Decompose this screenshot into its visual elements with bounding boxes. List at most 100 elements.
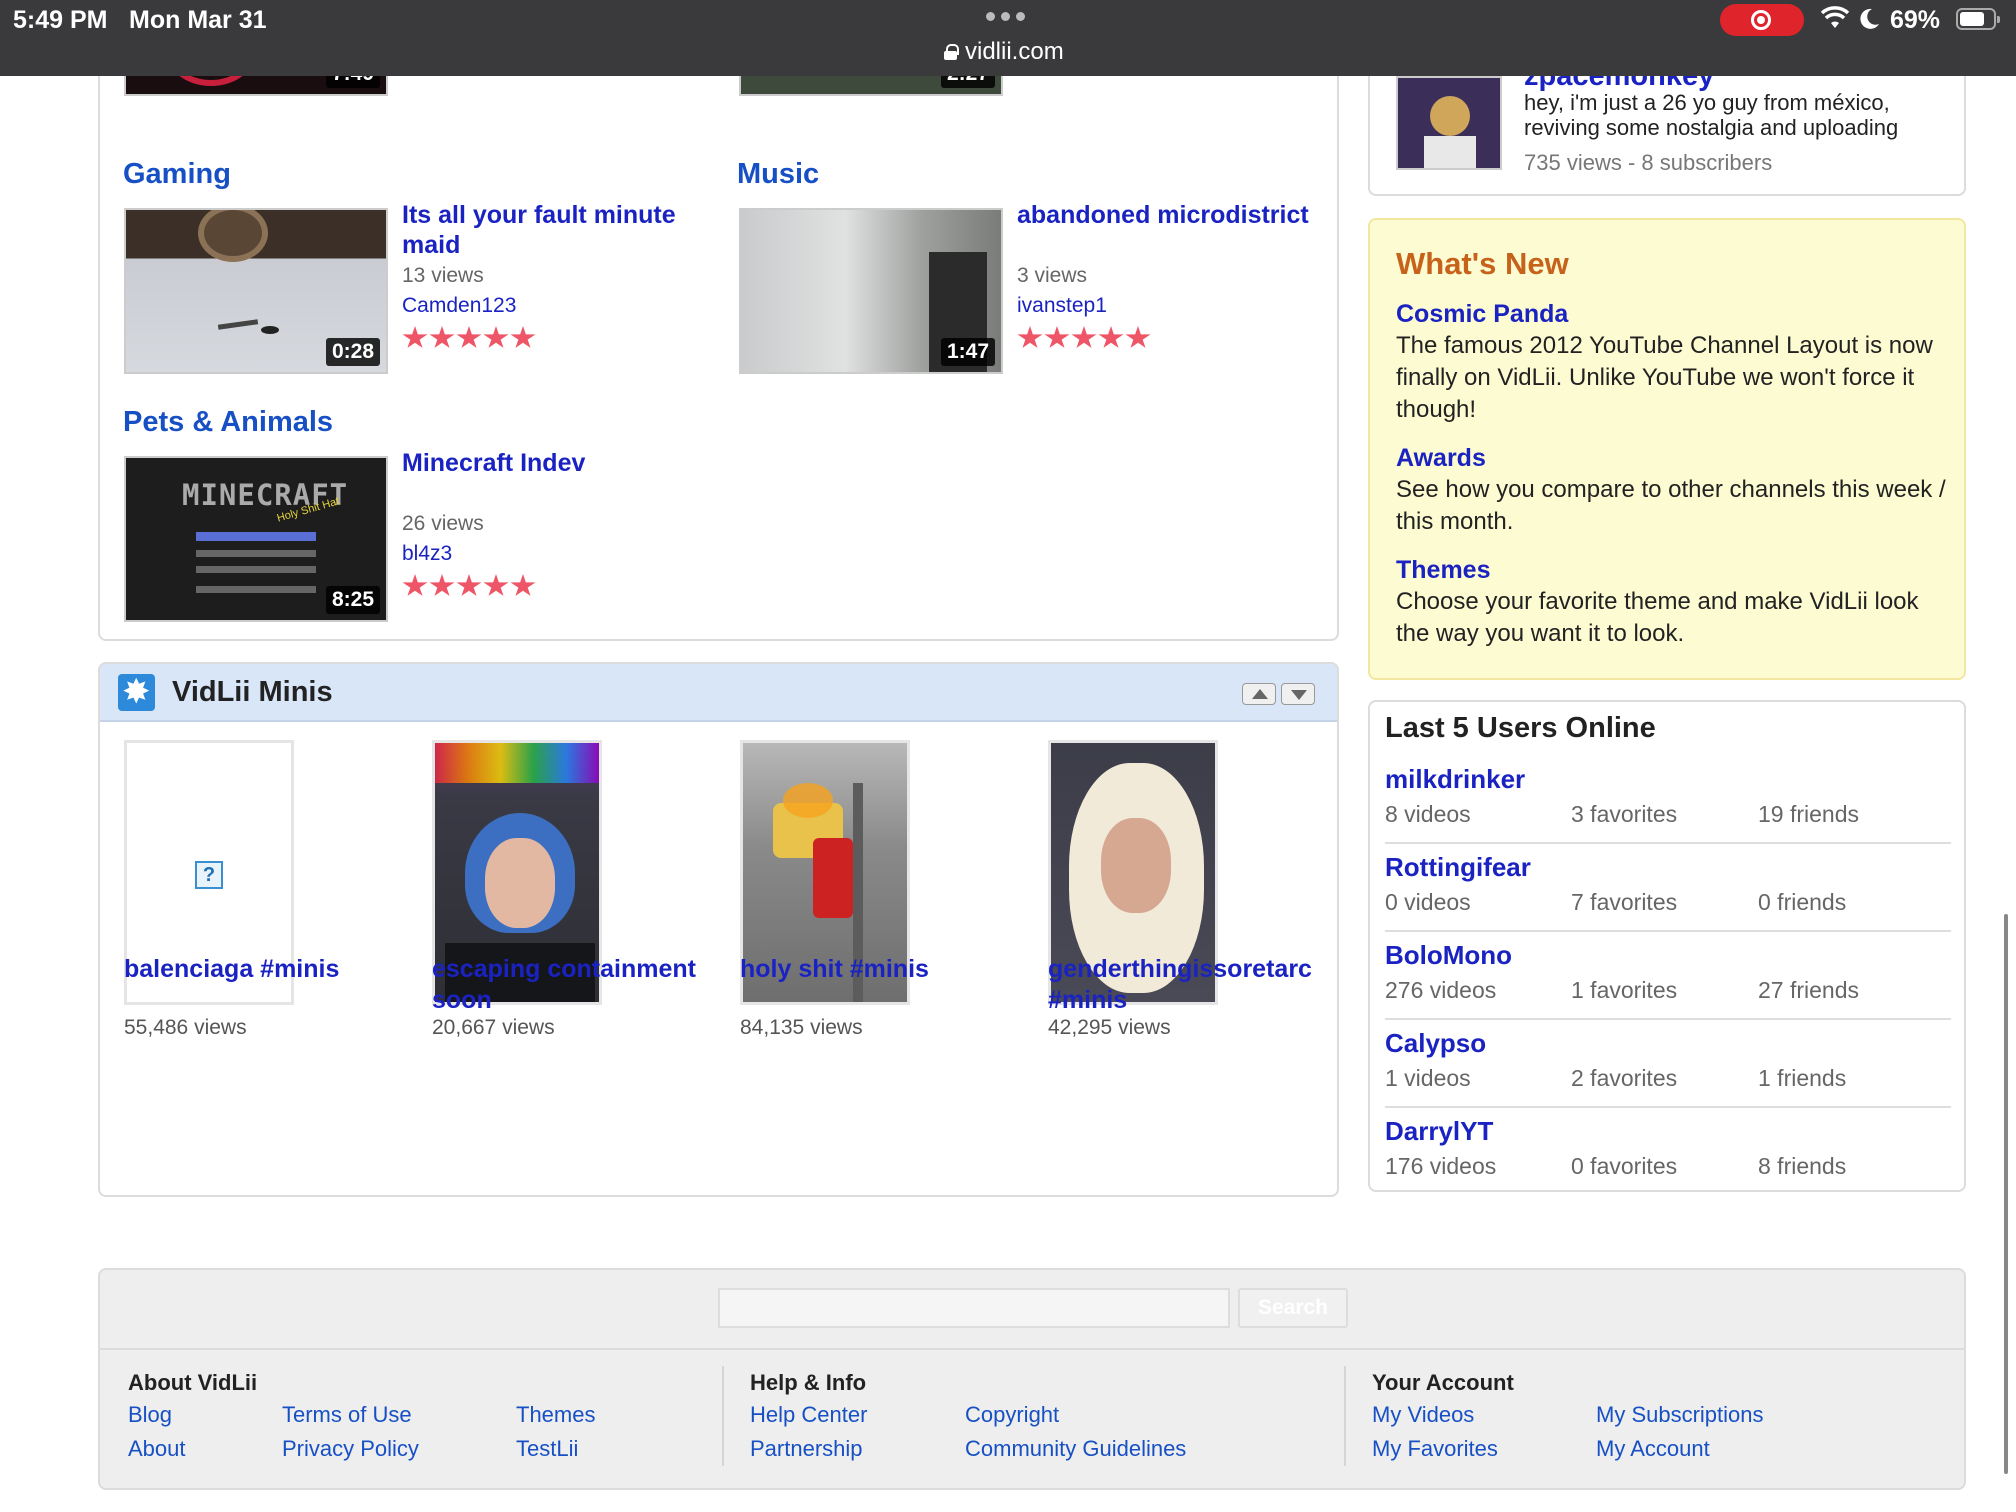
star-icon [483,574,509,596]
video-duration: 2:27 [940,76,995,88]
star-icon [510,574,536,596]
footer-search-input[interactable] [718,1288,1230,1328]
video-thumbnail[interactable]: 0:28 [124,208,388,374]
video-thumbnail[interactable]: 2:27 [739,76,1003,96]
minis-box: VidLii Minis ? balenciaga #minis 55,486 … [98,662,1339,1197]
user-videos: 1 videos [1385,1065,1471,1091]
categories-box: 7:49 2:27 Gaming 0:28 Its all your fault… [98,76,1339,641]
multitask-dots-icon[interactable] [986,12,1025,21]
do-not-disturb-moon-icon [1860,8,1879,29]
status-date: Mon Mar 31 [129,6,267,34]
star-icon [402,574,428,596]
screen-record-icon[interactable] [1720,4,1804,36]
channel-stats: 735 views - 8 subscribers [1524,150,1773,175]
user-videos: 176 videos [1385,1153,1497,1179]
footer-link-privacy[interactable]: Privacy Policy [282,1436,419,1462]
footer-link-blog[interactable]: Blog [128,1402,172,1428]
user-name[interactable]: BoloMono [1385,940,1512,971]
rating-stars [402,326,536,350]
address-bar[interactable]: vidlii.com [944,38,1064,66]
user-videos: 0 videos [1385,889,1471,915]
move-up-icon[interactable] [1242,683,1276,705]
user-row: BoloMono 276 videos 1 favorites 27 frien… [1385,932,1951,1020]
whats-new-item-text: The famous 2012 YouTube Channel Layout i… [1396,332,1933,423]
category-title-pets-animals[interactable]: Pets & Animals [123,406,333,439]
footer-search-button[interactable]: Search [1238,1288,1348,1328]
whats-new-item-title[interactable]: Themes [1396,556,1490,585]
star-icon [456,326,482,348]
video-uploader[interactable]: ivanstep1 [1017,294,1107,318]
video-thumbnail[interactable]: 1:47 [739,208,1003,374]
video-thumbnail[interactable]: 7:49 [124,76,388,96]
mini-title[interactable]: escaping containment soon [432,954,727,1016]
user-videos: 276 videos [1385,977,1497,1003]
video-views: 26 views [402,512,484,535]
footer-link-copyright[interactable]: Copyright [965,1402,1059,1428]
users-online-heading: Last 5 Users Online [1385,712,1656,744]
mini-title[interactable]: balenciaga #minis [124,954,419,985]
user-favorites: 7 favorites [1571,889,1678,915]
footer-divider [722,1366,724,1466]
footer-link-my-favorites[interactable]: My Favorites [1372,1436,1498,1462]
footer-link-terms[interactable]: Terms of Use [282,1402,412,1428]
user-name[interactable]: Calypso [1385,1028,1486,1059]
video-duration: 0:28 [325,338,380,366]
star-icon [429,326,455,348]
move-down-icon[interactable] [1281,683,1315,705]
video-thumbnail[interactable]: MINECRAFT Holy Shit Hat 8:25 [124,456,388,622]
whats-new-heading: What's New [1396,246,1569,281]
user-name[interactable]: DarrylYT [1385,1116,1493,1147]
footer-heading-about: About VidLii [128,1370,258,1395]
mini-views: 55,486 views [124,1016,247,1039]
star-icon [1125,326,1151,348]
star-icon [483,326,509,348]
footer-link-my-videos[interactable]: My Videos [1372,1402,1474,1428]
video-title[interactable]: Minecraft Indev [402,448,702,478]
video-views: 13 views [402,264,484,287]
footer-link-about[interactable]: About [128,1436,186,1462]
footer-search-bar: Search [100,1270,1964,1350]
minis-sparkle-icon [118,672,155,712]
page-scrollbar[interactable] [2004,914,2008,1474]
user-friends: 19 friends [1758,801,1860,827]
category-title-music[interactable]: Music [737,158,819,191]
footer-heading-help: Help & Info [750,1370,867,1395]
video-title[interactable]: abandoned microdistrict [1017,200,1317,230]
battery-icon [1956,8,2000,30]
user-friends: 8 friends [1758,1153,1847,1179]
user-favorites: 0 favorites [1571,1153,1678,1179]
footer-link-my-subscriptions[interactable]: My Subscriptions [1596,1402,1764,1428]
footer: Search About VidLii Blog About Terms of … [98,1268,1966,1490]
footer-link-partnership[interactable]: Partnership [750,1436,863,1462]
video-uploader[interactable]: bl4z3 [402,542,452,566]
whats-new-box: What's New Cosmic Panda The famous 2012 … [1368,218,1966,680]
battery-percent: 69% [1890,6,1941,34]
footer-link-help-center[interactable]: Help Center [750,1402,867,1428]
whats-new-item-text: Choose your favorite theme and make VidL… [1396,588,1919,647]
footer-link-testlii[interactable]: TestLii [516,1436,578,1462]
mini-title[interactable]: holy shit #minis [740,954,1035,985]
footer-link-community-guidelines[interactable]: Community Guidelines [965,1436,1186,1462]
channel-bio: hey, i'm just a 26 yo guy from méxico, r… [1524,90,1899,140]
category-title-gaming[interactable]: Gaming [123,158,231,191]
mini-title[interactable]: genderthingissoretarc #minis [1048,954,1343,1016]
page-content: 7:49 2:27 Gaming 0:28 Its all your fault… [0,76,2016,1512]
status-bar: 5:49 PM Mon Mar 31 vidlii.com 69% [0,0,2016,76]
user-name[interactable]: Rottingifear [1385,852,1531,883]
video-uploader[interactable]: Camden123 [402,294,516,318]
whats-new-item-title[interactable]: Cosmic Panda [1396,300,1568,329]
channel-avatar[interactable] [1396,76,1502,170]
whats-new-item-title[interactable]: Awards [1396,444,1486,473]
url-text: vidlii.com [965,38,1064,65]
footer-link-themes[interactable]: Themes [516,1402,595,1428]
mini-views: 42,295 views [1048,1016,1171,1039]
rating-stars [1017,326,1151,350]
user-videos: 8 videos [1385,801,1471,827]
video-duration: 8:25 [325,586,380,614]
star-icon [429,574,455,596]
video-title[interactable]: Its all your fault minute maid [402,200,702,260]
user-name[interactable]: milkdrinker [1385,764,1525,795]
user-row: milkdrinker 8 videos 3 favorites 19 frie… [1385,756,1951,844]
footer-link-my-account[interactable]: My Account [1596,1436,1710,1462]
star-icon [1017,326,1043,348]
